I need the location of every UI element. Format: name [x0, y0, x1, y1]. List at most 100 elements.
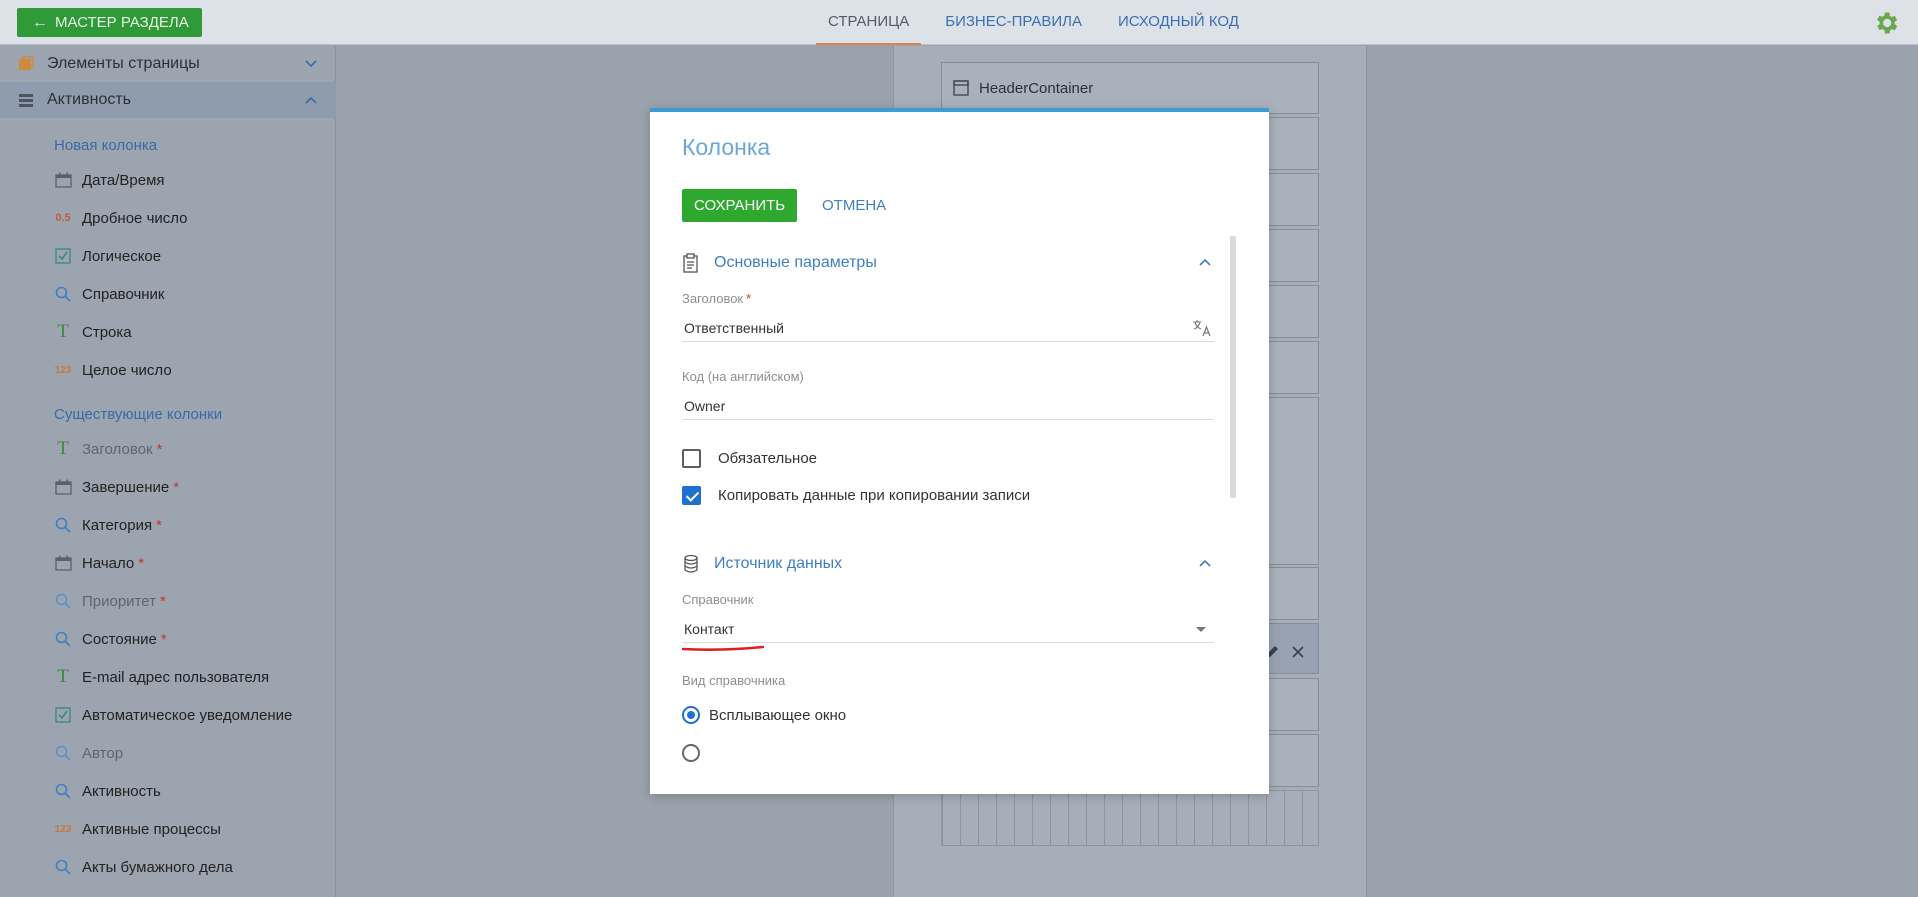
caption-value: Ответственный	[684, 320, 784, 336]
gear-icon[interactable]	[1872, 9, 1900, 37]
existing-columns-title: Существующие колонки	[54, 406, 223, 423]
lookup-search-icon	[54, 744, 72, 762]
existing-column-label: Приоритет	[82, 592, 156, 610]
new-column-lookup[interactable]: Справочник	[54, 280, 165, 308]
existing-column-label: Активность	[82, 782, 161, 800]
existing-column-auto-notify[interactable]: Автоматическое уведомление	[54, 701, 292, 729]
lookup-kind-second-option[interactable]	[682, 742, 709, 764]
copy-data-checkbox-row[interactable]: Копировать данные при копировании записи	[682, 484, 1030, 506]
required-checkbox[interactable]	[682, 448, 701, 468]
chevron-down-icon	[305, 60, 317, 68]
existing-column-label: Завершение	[82, 478, 170, 496]
new-column-label: Справочник	[82, 285, 165, 303]
tab-business-rules[interactable]: БИЗНЕС-ПРАВИЛА	[933, 0, 1094, 45]
section-data-source[interactable]: Источник данных	[682, 553, 1212, 575]
existing-column-label: E-mail адрес пользователя	[82, 668, 270, 686]
decimal-icon: 0.5	[55, 212, 71, 224]
new-column-string[interactable]: T Строка	[54, 318, 131, 346]
new-column-integer[interactable]: 123 Целое число	[54, 356, 172, 384]
dropdown-arrow-icon[interactable]	[1196, 627, 1206, 632]
translate-icon[interactable]	[1192, 319, 1212, 337]
existing-column-start[interactable]: Начало *	[54, 549, 144, 577]
lookup-kind-popup-option[interactable]: Всплывающее окно	[682, 704, 846, 726]
sidebar-section-activity[interactable]: Активность	[0, 82, 336, 118]
existing-column-activity[interactable]: Активность	[54, 777, 161, 805]
existing-column-label: Акты бумажного дела	[82, 858, 233, 876]
database-icon	[684, 554, 698, 573]
chevron-up-icon	[1199, 258, 1211, 266]
tab-source-code[interactable]: ИСХОДНЫЙ КОД	[1106, 0, 1251, 45]
container-icon	[953, 80, 969, 96]
existing-column-paperwork-acts[interactable]: Акты бумажного дела	[54, 853, 233, 881]
sidebar-section-page-elements[interactable]: Элементы страницы	[0, 46, 336, 82]
required-mark: *	[138, 554, 145, 572]
required-mark: *	[156, 516, 162, 534]
chevron-up-icon	[305, 96, 317, 104]
save-button[interactable]: СОХРАНИТЬ	[682, 189, 798, 222]
required-mark: *	[160, 630, 167, 648]
new-column-label: Дата/Время	[82, 171, 165, 189]
required-checkbox-row[interactable]: Обязательное	[682, 447, 817, 469]
header-container-label: HeaderContainer	[979, 79, 1094, 97]
top-bar: ← МАСТЕР РАЗДЕЛА СТРАНИЦА БИЗНЕС-ПРАВИЛА …	[0, 0, 1918, 45]
section-main-params[interactable]: Основные параметры	[682, 252, 1212, 274]
close-icon[interactable]	[1290, 641, 1306, 663]
layout-grid	[941, 790, 1319, 846]
section-title: Источник данных	[714, 555, 843, 572]
designer-tabs: СТРАНИЦА БИЗНЕС-ПРАВИЛА ИСХОДНЫЙ КОД	[816, 0, 1263, 45]
existing-column-label: Автор	[82, 744, 124, 762]
text-t-icon: T	[57, 321, 69, 342]
existing-column-label: Активные процессы	[82, 820, 221, 838]
section-wizard-button[interactable]: ← МАСТЕР РАЗДЕЛА	[17, 8, 202, 37]
radio-button[interactable]	[682, 706, 700, 724]
caption-label-text: Заголовок	[682, 291, 744, 306]
required-mark: *	[159, 592, 166, 610]
existing-column-category[interactable]: Категория *	[54, 511, 162, 539]
column-dialog: Колонка СОХРАНИТЬ ОТМЕНА Основные параме…	[650, 108, 1269, 794]
arrow-left-icon: ←	[32, 14, 48, 31]
copy-data-checkbox[interactable]	[682, 485, 701, 505]
code-value: Owner	[684, 398, 726, 414]
required-mark: *	[746, 291, 752, 306]
lookup-search-icon	[54, 516, 72, 534]
required-mark: *	[156, 440, 163, 458]
header-container[interactable]: HeaderContainer	[941, 62, 1319, 114]
lookup-search-icon	[54, 782, 72, 800]
dialog-scrollbar[interactable]	[1230, 236, 1236, 498]
code-label: Код (на английском)	[682, 369, 804, 384]
list-icon	[19, 94, 33, 107]
existing-column-priority[interactable]: Приоритет *	[54, 587, 166, 615]
red-underline-annotation	[682, 645, 764, 651]
checkbox-icon	[54, 706, 72, 724]
integer-icon: 123	[54, 364, 72, 376]
existing-column-label: Категория	[82, 516, 153, 534]
calendar-icon	[54, 171, 72, 189]
radio-button[interactable]	[682, 744, 700, 762]
new-column-datetime[interactable]: Дата/Время	[54, 166, 165, 194]
calendar-icon	[54, 554, 72, 572]
calendar-icon	[54, 478, 72, 496]
section-title: Основные параметры	[714, 254, 877, 271]
existing-column-email[interactable]: T E-mail адрес пользователя	[54, 663, 269, 691]
cancel-button[interactable]: ОТМЕНА	[822, 189, 886, 222]
lookup-search-icon	[54, 630, 72, 648]
new-columns-title: Новая колонка	[54, 137, 158, 154]
lookup-select[interactable]: Контакт	[682, 615, 1214, 643]
required-checkbox-label: Обязательное	[718, 449, 818, 467]
existing-column-title[interactable]: T Заголовок *	[54, 435, 162, 463]
text-t-icon: T	[57, 666, 69, 687]
new-column-decimal[interactable]: 0.5 Дробное число	[54, 204, 187, 232]
section-wizard-label: МАСТЕР РАЗДЕЛА	[55, 14, 189, 31]
existing-column-status[interactable]: Состояние *	[54, 625, 167, 653]
dialog-title: Колонка	[682, 134, 771, 160]
existing-column-label: Начало	[82, 554, 135, 572]
new-column-boolean[interactable]: Логическое	[54, 242, 161, 270]
lookup-kind-label: Вид справочника	[682, 673, 786, 688]
caption-input[interactable]: Ответственный	[682, 314, 1214, 342]
existing-column-due-date[interactable]: Завершение *	[54, 473, 179, 501]
existing-column-active-processes[interactable]: 123 Активные процессы	[54, 815, 221, 843]
code-input[interactable]: Owner	[682, 392, 1214, 420]
tab-page[interactable]: СТРАНИЦА	[816, 0, 922, 45]
lookup-value: Контакт	[684, 621, 735, 637]
existing-column-author[interactable]: Автор	[54, 739, 123, 767]
